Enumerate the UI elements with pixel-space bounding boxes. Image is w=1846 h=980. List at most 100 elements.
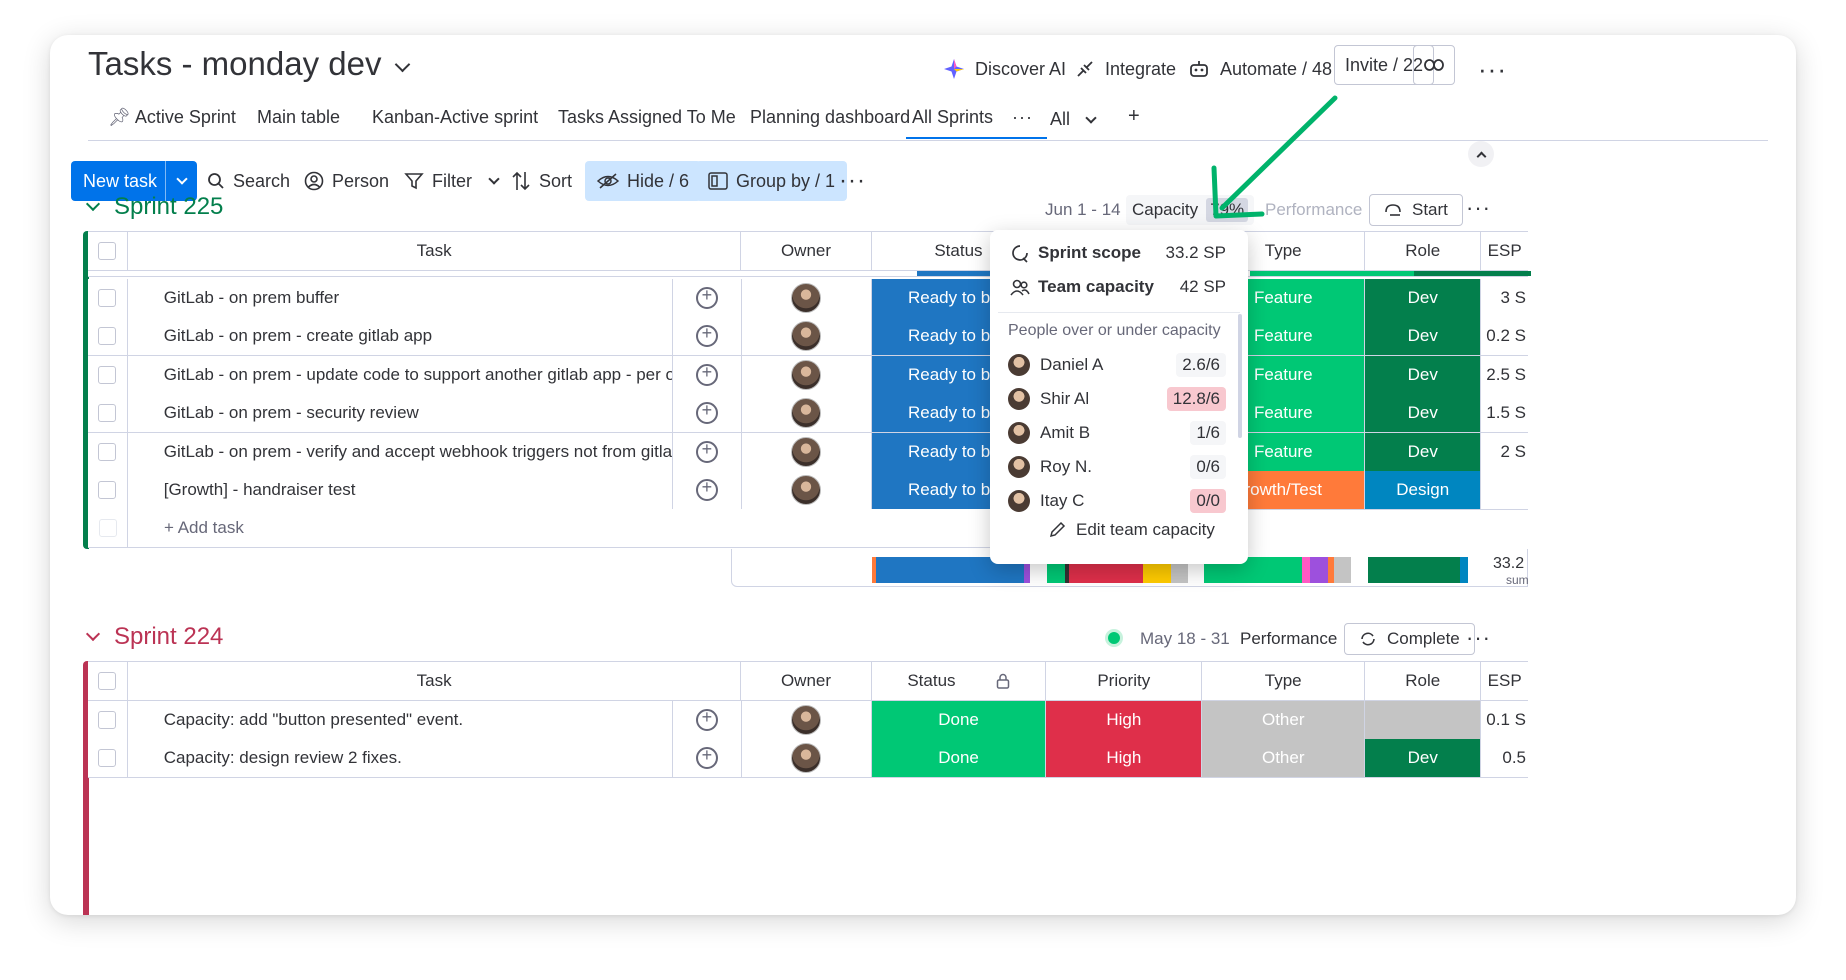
checkbox[interactable] (98, 289, 117, 307)
type-cell[interactable]: Other (1202, 701, 1366, 739)
esp-cell[interactable]: 1.5 S (1481, 394, 1528, 432)
column-header-owner[interactable]: Owner (741, 232, 872, 270)
priority-cell[interactable]: High (1046, 701, 1203, 739)
checkbox[interactable] (98, 481, 117, 499)
row-checkbox-cell[interactable] (88, 394, 128, 433)
filter-button[interactable]: Filter (404, 161, 500, 201)
task-name[interactable]: GitLab - on prem - verify and accept web… (164, 442, 672, 462)
conversation-cell[interactable] (673, 701, 742, 739)
tab-main-table[interactable]: Main table (257, 107, 340, 128)
type-cell[interactable]: Other (1202, 739, 1366, 778)
person-capacity-row[interactable]: Shir Al 12.8/6 (1008, 384, 1226, 414)
sort-button[interactable]: Sort (511, 161, 572, 201)
role-cell[interactable]: Dev (1365, 355, 1482, 394)
chevron-down-icon[interactable] (395, 56, 411, 72)
group-by-button[interactable]: Group by / 1 (696, 161, 848, 201)
avatar[interactable] (791, 705, 822, 735)
add-update-icon[interactable] (695, 439, 718, 463)
task-name[interactable]: Capacity: design review 2 fixes. (164, 748, 402, 768)
role-cell[interactable]: Dev (1365, 317, 1482, 356)
column-header-type[interactable]: Type (1202, 662, 1366, 700)
checkbox[interactable] (98, 711, 117, 729)
avatar[interactable] (791, 436, 822, 467)
chevron-down-icon[interactable] (85, 626, 101, 642)
add-view-button[interactable]: + (1128, 105, 1140, 128)
tab-tasks-assigned-to-me[interactable]: Tasks Assigned To Me (558, 107, 736, 128)
owner-cell[interactable] (742, 394, 872, 433)
task-name[interactable]: GitLab - on prem - security review (164, 403, 419, 423)
esp-cell[interactable]: 0.2 S (1481, 317, 1528, 355)
hide-columns-button[interactable]: Hide / 6 (585, 161, 702, 201)
avatar[interactable] (791, 743, 822, 774)
discover-ai-button[interactable]: Discover AI (943, 49, 1066, 89)
task-name[interactable]: GitLab - on prem buffer (164, 288, 339, 308)
row-checkbox-cell[interactable] (88, 355, 128, 394)
task-name-cell[interactable]: [Growth] - handraiser test (128, 471, 674, 509)
task-name-cell[interactable]: GitLab - on prem - verify and accept web… (128, 432, 674, 471)
avatar[interactable] (791, 475, 822, 505)
column-header-owner[interactable]: Owner (741, 662, 872, 700)
checkbox[interactable] (98, 327, 117, 346)
role-cell[interactable]: Dev (1365, 394, 1482, 433)
conversation-cell[interactable] (673, 739, 742, 778)
esp-cell[interactable]: 2.5 S (1481, 356, 1528, 394)
priority-cell[interactable]: High (1046, 739, 1203, 778)
group-title[interactable]: Sprint 224 (114, 623, 223, 651)
conversation-cell[interactable] (673, 394, 742, 433)
group-header-sprint-225[interactable]: Sprint 225 (85, 193, 223, 221)
row-checkbox-cell[interactable] (88, 432, 128, 471)
task-name-cell[interactable]: Capacity: add "button presented" event. (128, 701, 674, 739)
column-header-task[interactable]: Task (128, 232, 742, 270)
task-name-cell[interactable]: GitLab - on prem buffer (128, 279, 674, 317)
task-name-cell[interactable]: GitLab - on prem - update code to suppor… (128, 355, 674, 394)
avatar[interactable] (791, 398, 822, 429)
add-task-row[interactable]: + Add task (88, 509, 1040, 548)
task-name[interactable]: GitLab - on prem - update code to suppor… (164, 365, 672, 385)
automate-button[interactable]: Automate / 48 (1188, 49, 1332, 89)
copy-link-button[interactable] (1413, 45, 1455, 85)
owner-cell[interactable] (742, 317, 872, 356)
person-capacity-row[interactable]: Daniel A 2.6/6 (1008, 350, 1226, 380)
column-header-status[interactable]: Status (872, 662, 1047, 700)
add-update-icon[interactable] (695, 745, 718, 770)
add-update-icon[interactable] (695, 707, 718, 731)
esp-cell[interactable]: 0.1 S (1481, 701, 1528, 739)
task-name-cell[interactable]: GitLab - on prem - create gitlab app (128, 317, 674, 356)
status-cell[interactable]: Done (871, 701, 1047, 739)
avatar[interactable] (791, 321, 822, 352)
esp-cell[interactable] (1481, 471, 1528, 509)
owner-cell[interactable] (742, 471, 872, 509)
avatar[interactable] (791, 359, 822, 390)
column-header-esp[interactable]: ESP (1481, 232, 1528, 270)
tab-kanban-active-sprint[interactable]: Kanban-Active sprint (372, 107, 538, 128)
conversation-cell[interactable] (673, 471, 742, 509)
group-more-icon[interactable]: ··· (1466, 195, 1491, 221)
role-cell[interactable]: Dev (1365, 739, 1482, 778)
role-cell[interactable]: Dev (1365, 279, 1482, 317)
role-cell[interactable] (1365, 701, 1482, 739)
owner-cell[interactable] (742, 355, 872, 394)
tab-all-sprints[interactable]: All Sprints ··· (906, 107, 1048, 139)
role-cell[interactable]: Design (1365, 471, 1482, 509)
group-header-sprint-224[interactable]: Sprint 224 (85, 623, 223, 651)
start-sprint-button[interactable]: Start (1369, 194, 1463, 226)
add-update-icon[interactable] (695, 323, 718, 348)
task-name[interactable]: Capacity: add "button presented" event. (164, 710, 463, 730)
conversation-cell[interactable] (673, 355, 742, 394)
column-header-priority[interactable]: Priority (1046, 662, 1203, 700)
person-capacity-row[interactable]: Amit B 1/6 (1008, 418, 1226, 448)
chevron-down-icon[interactable] (488, 173, 500, 185)
row-checkbox-cell[interactable] (88, 739, 128, 778)
column-header-task[interactable]: Task (128, 662, 742, 700)
add-update-icon[interactable] (695, 400, 718, 425)
tab-all-dropdown[interactable]: All (1050, 109, 1097, 130)
checkbox[interactable] (98, 365, 117, 384)
collapse-header-button[interactable] (1468, 141, 1494, 167)
row-checkbox-cell[interactable] (88, 701, 128, 739)
checkbox[interactable] (98, 672, 117, 690)
task-name-cell[interactable]: GitLab - on prem - security review (128, 394, 674, 433)
column-header-esp[interactable]: ESP (1481, 662, 1528, 700)
tab-planning-dashboard[interactable]: Planning dashboard (750, 107, 910, 128)
checkbox[interactable] (98, 404, 117, 423)
add-task-input[interactable]: + Add task (128, 509, 1040, 547)
